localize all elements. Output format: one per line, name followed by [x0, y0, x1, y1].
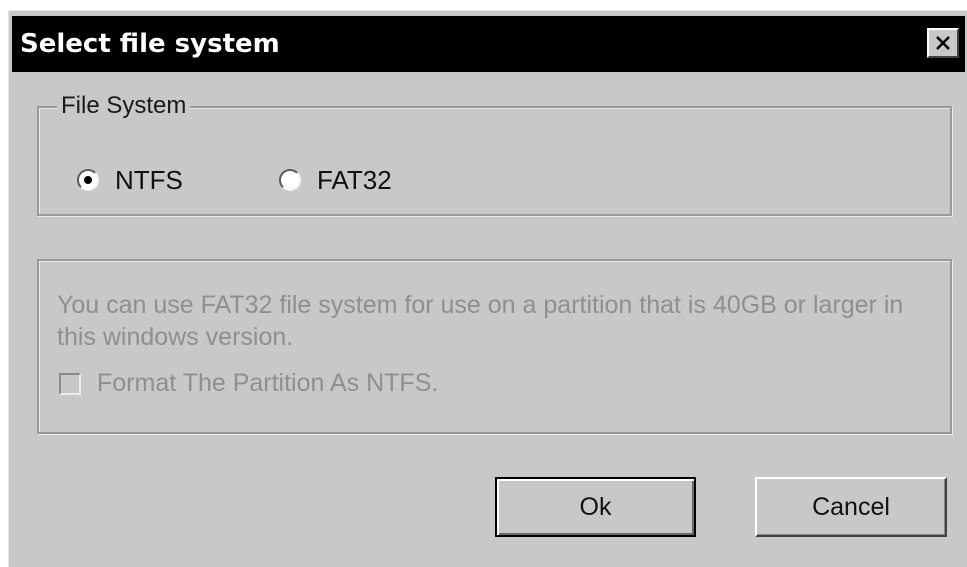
close-button[interactable] — [927, 28, 959, 58]
dialog-title: Select file system — [20, 29, 280, 59]
ntfs-radio-label[interactable]: NTFS — [115, 165, 183, 196]
ntfs-radio-circle[interactable] — [77, 169, 99, 191]
format-ntfs-checkbox — [59, 372, 81, 395]
fat32-radio-label[interactable]: FAT32 — [317, 165, 392, 196]
cancel-button[interactable]: Cancel — [755, 477, 947, 537]
fat32-radio[interactable]: FAT32 — [279, 163, 392, 197]
file-system-group: File System NTFS FAT32 — [37, 91, 952, 216]
file-system-group-label: File System — [57, 91, 191, 121]
select-file-system-dialog: Select file system File System NTFS FAT3… — [8, 10, 967, 567]
fat32-info-group: You can use FAT32 file system for use on… — [37, 259, 952, 434]
format-ntfs-checkbox-label: Format The Partition As NTFS. — [97, 369, 439, 397]
fat32-info-message: You can use FAT32 file system for use on… — [57, 291, 904, 351]
format-ntfs-checkbox-row: Format The Partition As NTFS. — [59, 369, 438, 398]
radio-selected-dot — [84, 176, 92, 184]
title-bar: Select file system — [12, 16, 965, 72]
ok-button[interactable]: Ok — [495, 477, 696, 537]
fat32-radio-circle[interactable] — [279, 169, 301, 191]
ntfs-radio[interactable]: NTFS — [77, 163, 183, 197]
close-x-icon — [936, 36, 950, 50]
